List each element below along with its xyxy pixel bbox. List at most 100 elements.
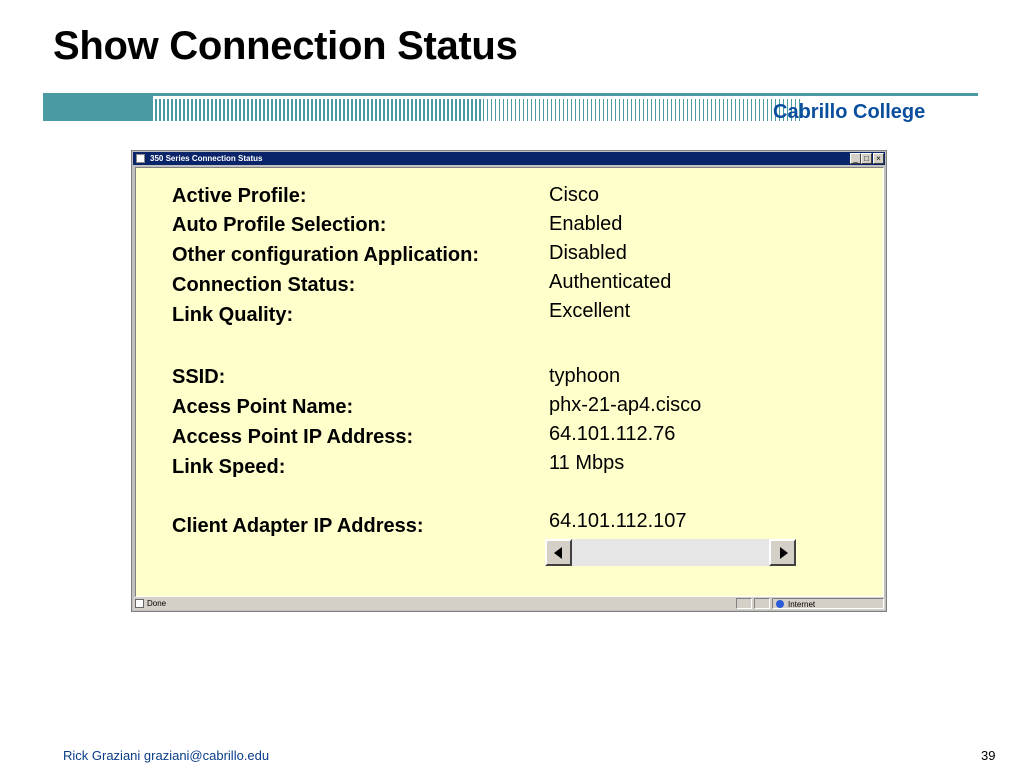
banner-bar — [707, 99, 708, 121]
zone-text: Internet — [788, 600, 816, 609]
banner-bar — [539, 99, 540, 121]
banner-bar — [175, 99, 177, 121]
banner-bar — [767, 99, 768, 121]
banner-bar — [211, 99, 213, 121]
banner-bar — [319, 99, 321, 121]
banner-bar — [255, 99, 257, 121]
banner-bar — [675, 99, 676, 121]
banner-bar — [263, 99, 265, 121]
banner-bar — [411, 99, 413, 121]
banner-bar — [619, 99, 620, 121]
banner-bar — [347, 99, 349, 121]
banner-bar — [527, 99, 528, 121]
banner-bar — [219, 99, 221, 121]
banner-bar — [283, 99, 285, 121]
banner-bar — [683, 99, 684, 121]
banner-bar — [299, 99, 301, 121]
minimize-button[interactable]: _ — [850, 153, 861, 164]
banner-bar — [475, 99, 477, 121]
maximize-button[interactable]: □ — [861, 153, 872, 164]
banner-bar — [631, 99, 632, 121]
banner-bar — [303, 99, 305, 121]
banner-bar — [399, 99, 401, 121]
link-quality-label: Link Quality: — [172, 304, 294, 326]
ssid-label: SSID: — [172, 366, 226, 388]
banner-bar — [267, 99, 269, 121]
banner-bar — [451, 99, 453, 121]
horizontal-scrollbar[interactable] — [545, 539, 796, 566]
banner-bar — [567, 99, 568, 121]
banner-bar — [271, 99, 273, 121]
banner-bar — [247, 99, 249, 121]
globe-icon — [776, 600, 784, 608]
banner-bar — [559, 99, 560, 121]
active-profile-label: Active Profile: — [172, 185, 307, 207]
status-text: Done — [147, 599, 167, 608]
client-ip-label: Client Adapter IP Address: — [172, 515, 424, 537]
banner-bar — [587, 99, 588, 121]
banner-bar — [191, 99, 193, 121]
banner-bar — [719, 99, 720, 121]
connection-status-window: 350 Series Connection Status _ □ × Activ… — [131, 150, 887, 612]
banner-bar — [427, 99, 429, 121]
banner-bar — [195, 99, 197, 121]
banner-bar — [383, 99, 385, 121]
window-title: 350 Series Connection Status — [150, 154, 263, 163]
banner-bar — [627, 99, 628, 121]
active-profile-value: Cisco — [549, 184, 600, 206]
banner-bar — [591, 99, 592, 121]
banner-bar — [315, 99, 317, 121]
scroll-right-button[interactable] — [769, 539, 796, 566]
banner-bar — [763, 99, 764, 121]
other-config-value: Disabled — [549, 242, 627, 264]
banner-bar — [723, 99, 724, 121]
banner-bar — [171, 99, 173, 121]
banner-bar — [395, 99, 397, 121]
banner-bar — [323, 99, 325, 121]
banner-bar — [583, 99, 584, 121]
banner-bar — [479, 99, 481, 121]
window-titlebar[interactable]: 350 Series Connection Status _ □ × — [133, 152, 885, 165]
banner-bar — [335, 99, 337, 121]
banner-bar — [663, 99, 664, 121]
banner-bar — [679, 99, 680, 121]
banner-bar — [515, 99, 516, 121]
banner-bar — [351, 99, 353, 121]
banner-bar — [239, 99, 241, 121]
link-speed-label: Link Speed: — [172, 456, 286, 478]
banner-bar — [551, 99, 552, 121]
banner-bar — [727, 99, 728, 121]
slide-title: Show Connection Status — [53, 24, 518, 68]
close-button[interactable]: × — [873, 153, 884, 164]
right-arrow-icon — [780, 547, 788, 559]
banner-bar — [699, 99, 700, 121]
banner-bar — [543, 99, 544, 121]
banner-bar — [163, 99, 165, 121]
link-quality-value: Excellent — [549, 300, 631, 322]
banner-bar — [311, 99, 313, 121]
banner-bar — [535, 99, 536, 121]
banner-bar — [571, 99, 572, 121]
banner-bar — [491, 99, 492, 121]
client-ip-value: 64.101.112.107 — [549, 510, 687, 532]
banner-bar — [203, 99, 205, 121]
banner-bar — [279, 99, 281, 121]
banner-bar — [223, 99, 225, 121]
banner-bar — [355, 99, 357, 121]
page-number: 39 — [981, 748, 996, 763]
banner-bar — [407, 99, 409, 121]
banner-bar — [771, 99, 772, 121]
banner-bar — [379, 99, 381, 121]
banner-bar — [615, 99, 616, 121]
connection-status-value: Authenticated — [549, 271, 672, 293]
banner-bar — [187, 99, 189, 121]
banner-bar — [623, 99, 624, 121]
banner-bar — [227, 99, 229, 121]
scroll-left-button[interactable] — [545, 539, 572, 566]
app-icon — [136, 154, 145, 163]
banner-bar — [507, 99, 508, 121]
banner-bar — [403, 99, 405, 121]
banner-bar — [651, 99, 652, 121]
banner-bar — [159, 99, 161, 121]
banner-bar — [643, 99, 644, 121]
